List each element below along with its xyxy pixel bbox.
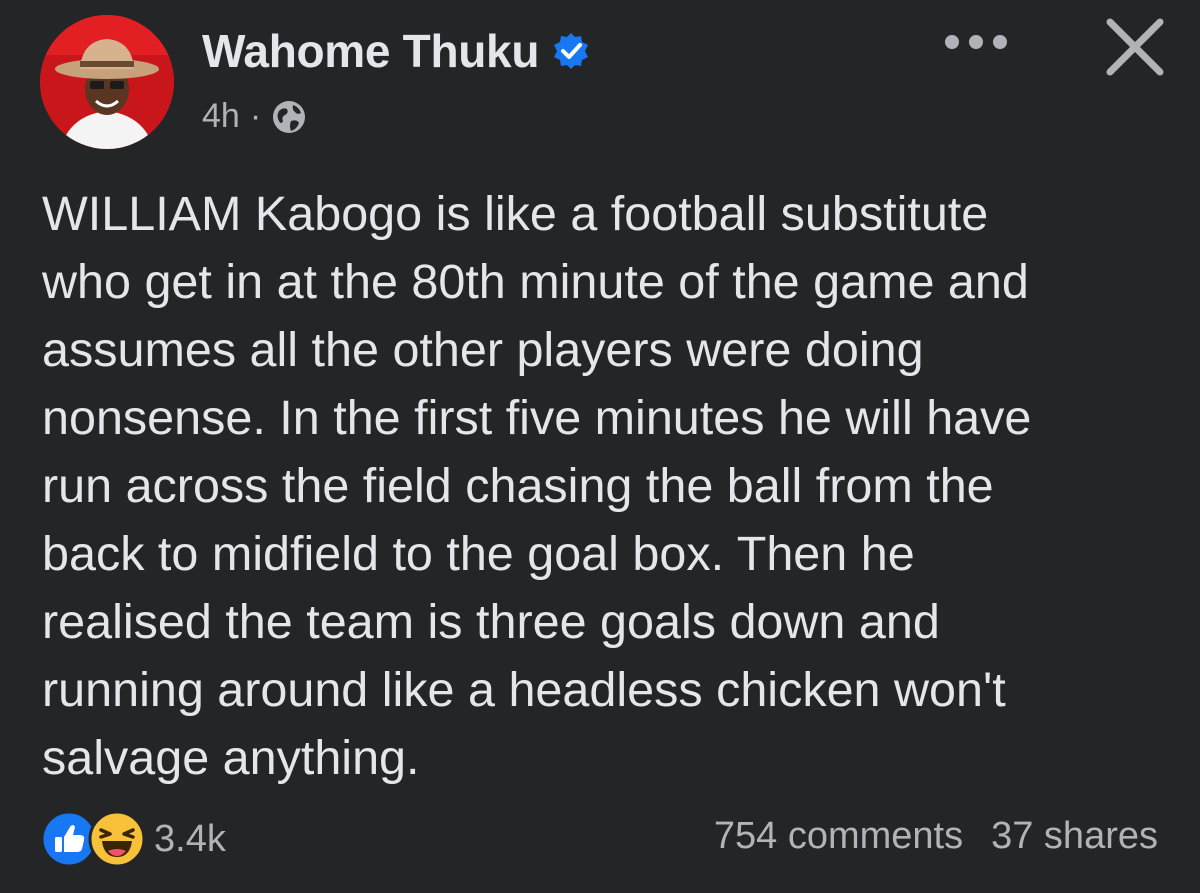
shares-count-link[interactable]: 37 shares bbox=[991, 815, 1158, 858]
comments-count-link[interactable]: 754 comments bbox=[714, 815, 963, 858]
author-name[interactable]: Wahome Thuku bbox=[202, 24, 539, 78]
reactions-summary[interactable]: 3.4k bbox=[40, 810, 226, 868]
close-button[interactable] bbox=[1100, 12, 1170, 82]
post-author: Wahome Thuku bbox=[202, 24, 591, 78]
haha-icon bbox=[88, 810, 146, 868]
more-options-button[interactable] bbox=[940, 22, 1012, 62]
post-stats: 754 comments 37 shares bbox=[714, 815, 1158, 858]
more-dots-icon bbox=[945, 35, 1007, 49]
globe-icon[interactable] bbox=[271, 99, 307, 135]
avatar[interactable] bbox=[40, 15, 174, 149]
meta-separator: · bbox=[249, 97, 262, 135]
facebook-post: Wahome Thuku 4h · WILLIAM Kabogo is like… bbox=[0, 0, 1200, 893]
post-body-text: WILLIAM Kabogo is like a football substi… bbox=[42, 187, 1032, 785]
post-timestamp[interactable]: 4h bbox=[202, 97, 240, 136]
verified-badge-icon bbox=[551, 31, 591, 71]
post-meta: 4h · bbox=[202, 97, 307, 136]
close-icon bbox=[1106, 18, 1164, 76]
reaction-count: 3.4k bbox=[154, 817, 226, 860]
